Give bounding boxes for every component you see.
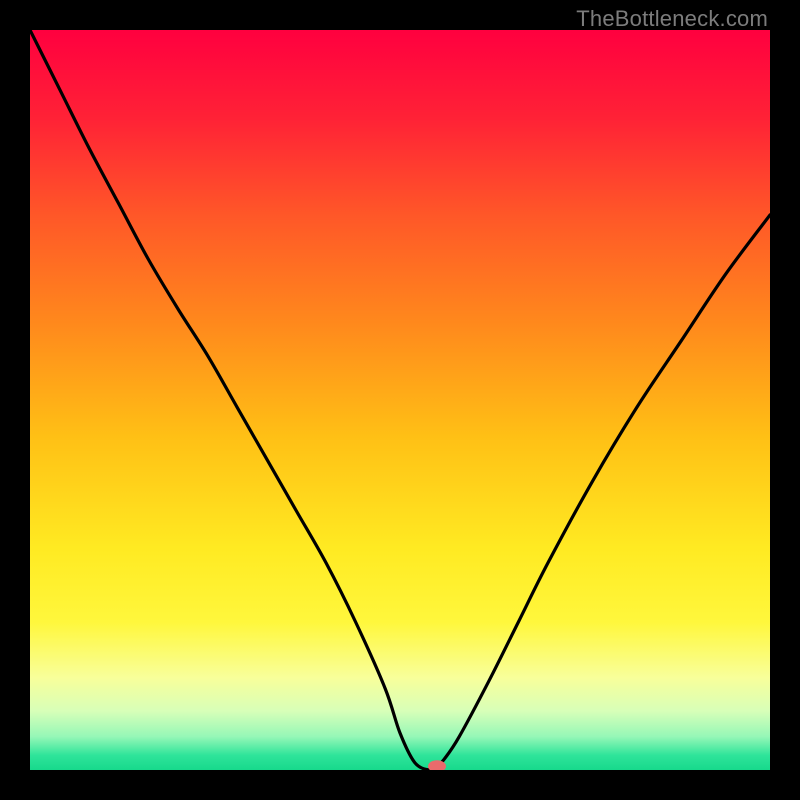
chart-frame: TheBottleneck.com (0, 0, 800, 800)
plot-area (30, 30, 770, 770)
current-config-marker (30, 30, 770, 770)
watermark-text: TheBottleneck.com (576, 6, 768, 32)
